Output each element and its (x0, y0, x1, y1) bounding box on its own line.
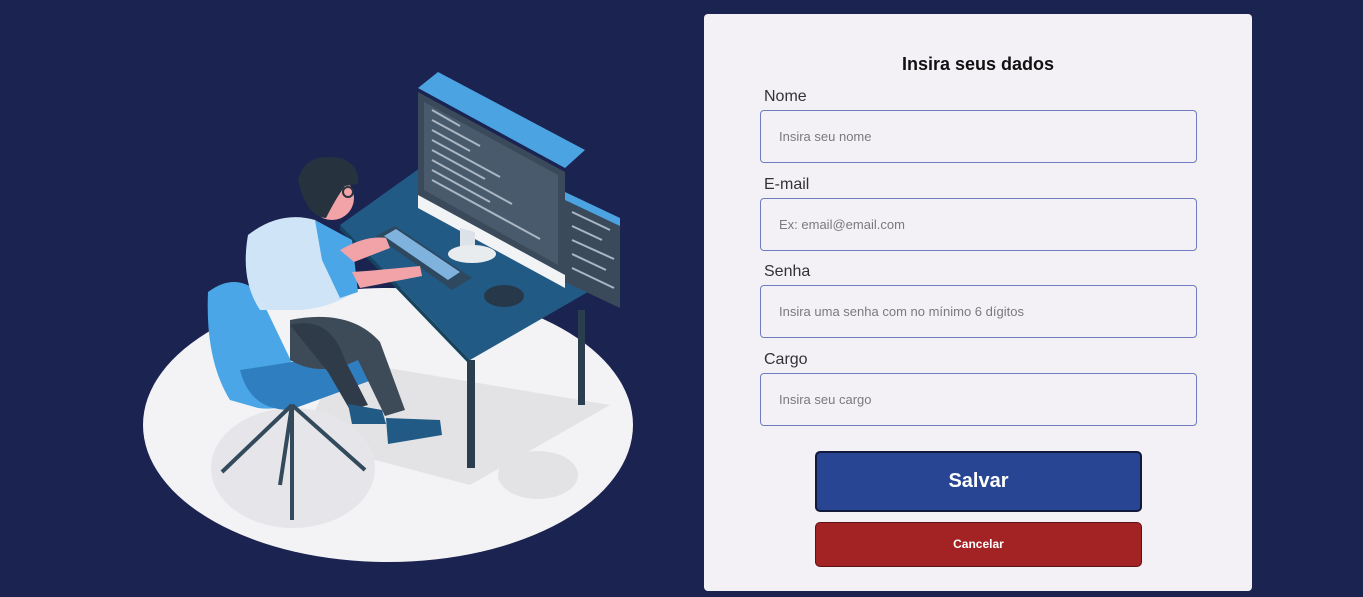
email-label: E-mail (764, 176, 810, 193)
email-input[interactable] (760, 198, 1197, 251)
role-field-group: Cargo (760, 351, 1197, 426)
form-title: Insira seus dados (901, 54, 1055, 74)
developer-at-desk-illustration (143, 72, 633, 562)
name-field-group: Nome (760, 88, 1197, 163)
save-button[interactable]: Salvar (815, 451, 1142, 512)
password-label: Senha (764, 263, 811, 280)
role-label: Cargo (764, 351, 808, 368)
email-field-group: E-mail (760, 176, 1197, 251)
role-input[interactable] (760, 373, 1197, 426)
name-input[interactable] (760, 110, 1197, 163)
developer-illustration (140, 60, 650, 570)
cancel-button[interactable]: Cancelar (815, 522, 1142, 567)
registration-form: Insira seus dados Nome E-mail Senha Carg… (704, 14, 1252, 591)
password-field-group: Senha (760, 263, 1197, 338)
name-label: Nome (764, 88, 807, 105)
password-input[interactable] (760, 285, 1197, 338)
